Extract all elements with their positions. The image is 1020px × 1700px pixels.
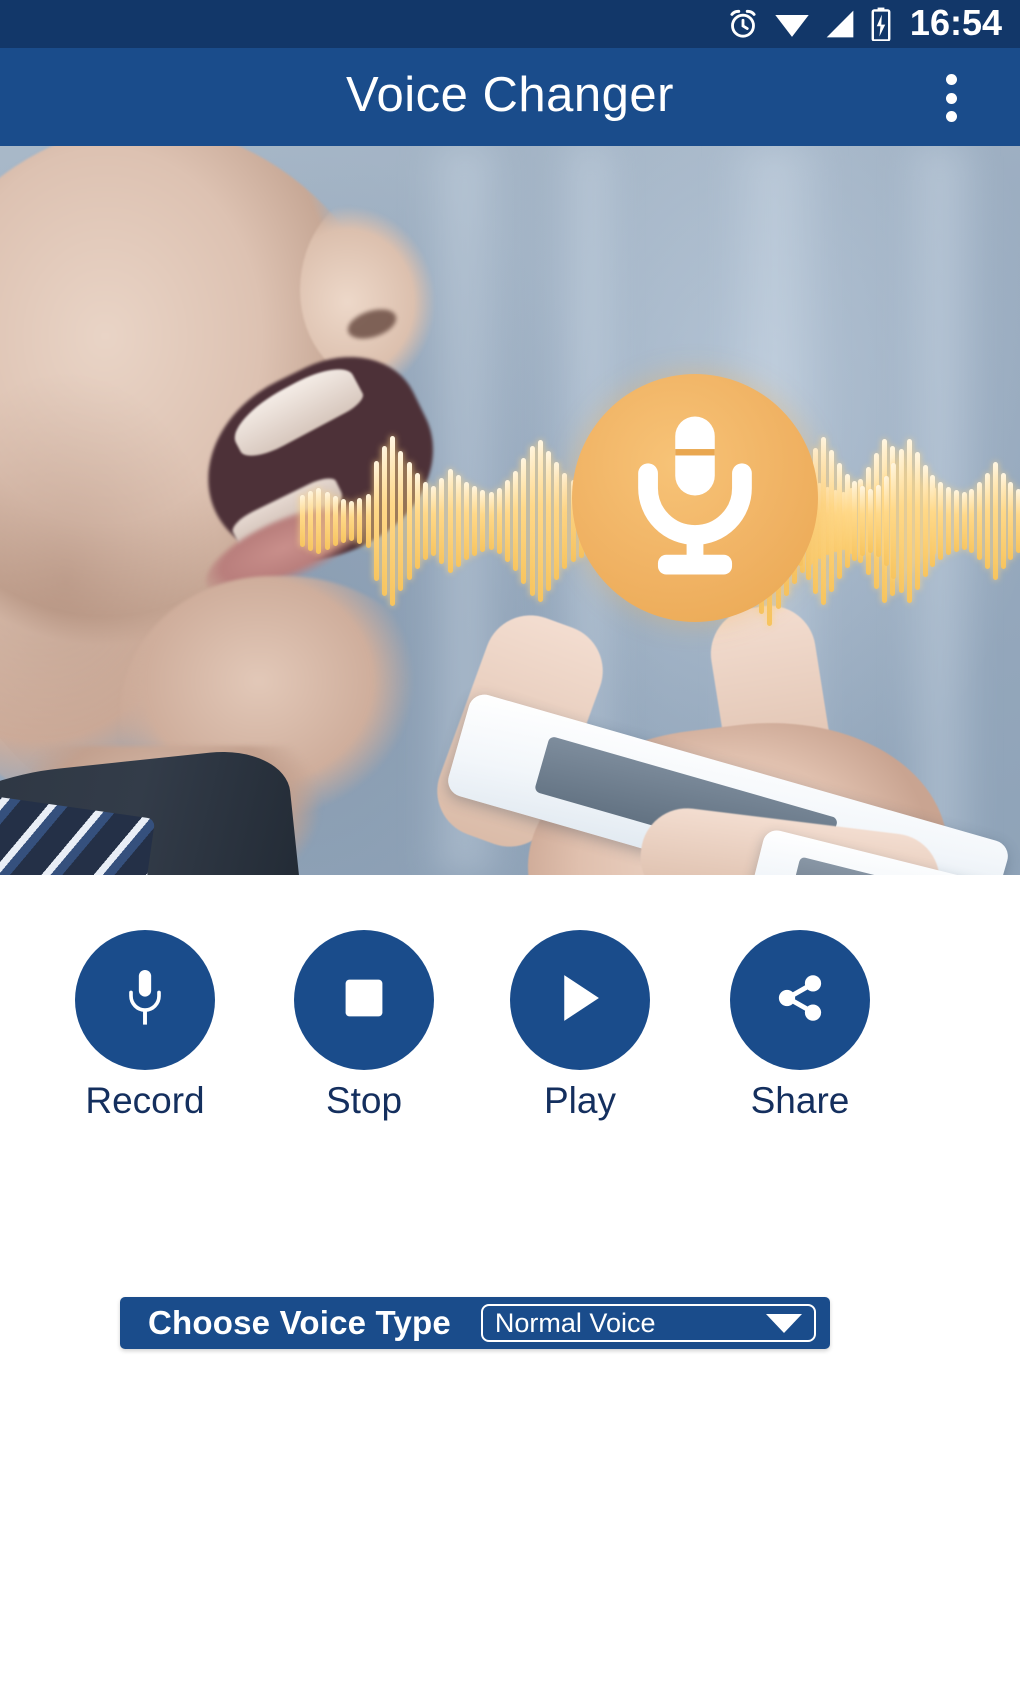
wifi-icon bbox=[774, 9, 810, 39]
voice-type-bar: Choose Voice Type Normal Voice bbox=[120, 1297, 830, 1349]
share-button-circle[interactable] bbox=[730, 930, 870, 1070]
alarm-clock-icon bbox=[726, 7, 760, 41]
stop-button-circle[interactable] bbox=[294, 930, 434, 1070]
stop-square-icon bbox=[341, 975, 387, 1026]
microphone-badge bbox=[572, 374, 818, 622]
share-nodes-icon bbox=[774, 972, 826, 1029]
control-buttons: Record Stop Play Share bbox=[0, 930, 1020, 1121]
voice-type-select[interactable]: Normal Voice bbox=[480, 1304, 816, 1342]
page-title: Voice Changer bbox=[346, 68, 674, 122]
stop-button-label: Stop bbox=[325, 1080, 403, 1121]
stop-button[interactable]: Stop bbox=[294, 930, 434, 1121]
sound-waveform-right bbox=[790, 396, 1020, 646]
play-button[interactable]: Play bbox=[510, 930, 650, 1121]
play-button-circle[interactable] bbox=[510, 930, 650, 1070]
app-screen: 16:54 Voice Changer Record Stop Play Sha… bbox=[0, 0, 1020, 1700]
battery-charging-icon bbox=[870, 7, 892, 41]
hero-image bbox=[0, 146, 1020, 875]
status-bar-time: 16:54 bbox=[909, 2, 1002, 43]
voice-type-label: Choose Voice Type bbox=[148, 1304, 451, 1341]
microphone-icon bbox=[124, 967, 166, 1034]
record-button[interactable]: Record bbox=[75, 930, 215, 1121]
status-bar: 16:54 bbox=[0, 0, 1020, 48]
signal-bars-icon bbox=[824, 9, 856, 39]
record-button-circle[interactable] bbox=[75, 930, 215, 1070]
overflow-menu-icon[interactable] bbox=[924, 70, 978, 126]
play-button-label: Play bbox=[544, 1080, 616, 1121]
play-triangle-icon bbox=[556, 972, 604, 1029]
share-button[interactable]: Share bbox=[730, 930, 870, 1121]
chevron-down-icon bbox=[766, 1313, 802, 1333]
microphone-icon bbox=[620, 412, 770, 585]
record-button-label: Record bbox=[85, 1080, 205, 1121]
share-button-label: Share bbox=[750, 1080, 850, 1121]
nose bbox=[300, 186, 470, 386]
app-bar: Voice Changer bbox=[0, 48, 1020, 146]
voice-type-selected-value: Normal Voice bbox=[494, 1307, 656, 1338]
